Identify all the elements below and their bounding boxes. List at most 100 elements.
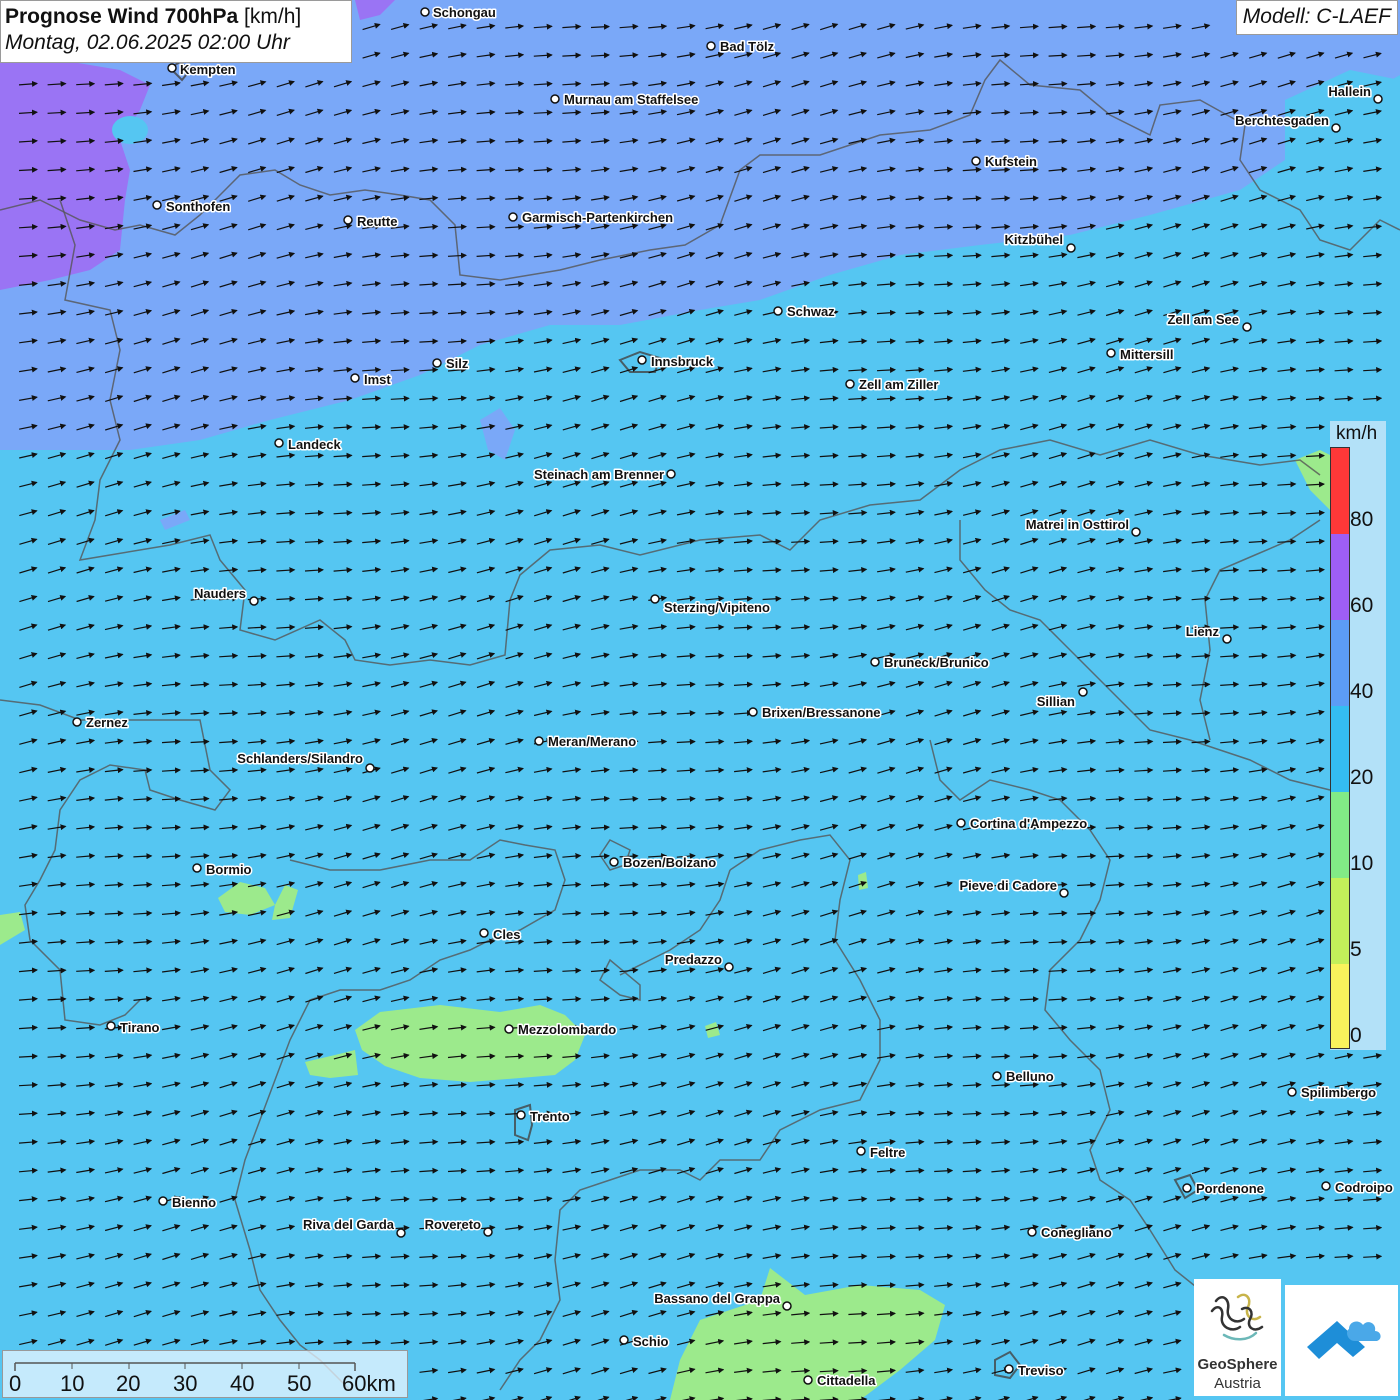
city-marker-dot[interactable] [724, 962, 734, 972]
city-marker-dot[interactable] [274, 438, 284, 448]
city-label: Spilimbergo [1301, 1085, 1376, 1100]
city-marker-dot[interactable] [516, 1110, 526, 1120]
scale-label-20: 20 [116, 1371, 141, 1396]
city-label: Pordenone [1196, 1181, 1264, 1196]
city-marker-dot[interactable] [870, 657, 880, 667]
city-marker-dot[interactable] [803, 1375, 813, 1385]
city-marker-dot[interactable] [158, 1196, 168, 1206]
city-marker-dot[interactable] [748, 707, 758, 717]
city-marker-dot[interactable] [706, 41, 716, 51]
city-label: Kufstein [985, 154, 1037, 169]
city-label: Zell am See [1167, 312, 1239, 327]
city-label: Berchtesgaden [1235, 113, 1329, 128]
city-marker-dot[interactable] [343, 215, 353, 225]
city-label: Conegliano [1041, 1225, 1112, 1240]
wind-speed-legend: km/h 80 60 40 20 10 5 0 [1330, 421, 1386, 1050]
city-marker-dot[interactable] [152, 200, 162, 210]
city-label: Steinach am Brenner [534, 467, 664, 482]
city-label: Zernez [86, 715, 128, 730]
city-label: Murnau am Staffelsee [564, 92, 698, 107]
city-label: Feltre [870, 1145, 905, 1160]
wind-map[interactable]: Schongau Bad Tölz Kempten Murnau am Staffel… [0, 0, 1400, 1400]
city-label: Landeck [288, 437, 342, 452]
legend-label-5: 5 [1350, 938, 1362, 961]
city-marker-dot[interactable] [1004, 1364, 1014, 1374]
city-marker-dot[interactable] [1182, 1183, 1192, 1193]
city-label: Bienno [172, 1195, 216, 1210]
city-label: Reutte [357, 214, 397, 229]
city-marker-dot[interactable] [396, 1228, 406, 1238]
map-title-main: Prognose Wind 700hPa [5, 5, 239, 28]
map-title: Prognose Wind 700hPa [km/h] [5, 4, 351, 29]
city-label: Schwaz [787, 304, 835, 319]
scale-label-10: 10 [60, 1371, 85, 1396]
city-label: Nauders [194, 586, 246, 601]
city-marker-dot[interactable] [637, 355, 647, 365]
city-marker-dot[interactable] [479, 928, 489, 938]
city-label: Mittersill [1120, 347, 1173, 362]
city-label: Bad Tölz [720, 39, 775, 54]
city-label: Bassano del Grappa [654, 1291, 780, 1306]
city-marker-dot[interactable] [773, 306, 783, 316]
scale-label-0: 0 [9, 1371, 22, 1396]
city-marker-dot[interactable] [550, 94, 560, 104]
city-marker-dot[interactable] [1242, 322, 1252, 332]
city-label: Kitzbühel [1005, 232, 1064, 247]
city-marker-dot[interactable] [350, 373, 360, 383]
city-marker-dot[interactable] [1222, 634, 1232, 644]
city-marker-dot[interactable] [782, 1301, 792, 1311]
city-marker-dot[interactable] [1106, 348, 1116, 358]
geosphere-austria-logo[interactable]: GeoSphere Austria [1194, 1279, 1281, 1396]
city-marker-dot[interactable] [1066, 243, 1076, 253]
city-marker-dot[interactable] [1287, 1087, 1297, 1097]
city-marker-dot[interactable] [1078, 687, 1088, 697]
legend-segment-5-10 [1331, 878, 1349, 964]
city-marker-dot[interactable] [1059, 888, 1069, 898]
city-marker-dot[interactable] [650, 594, 660, 604]
city-marker-dot[interactable] [504, 1024, 514, 1034]
geosphere-logo-subtext: Austria [1214, 1375, 1261, 1392]
cloud-app-logo[interactable] [1285, 1285, 1398, 1396]
city-marker-dot[interactable] [106, 1021, 116, 1031]
city-marker-dot[interactable] [508, 212, 518, 222]
scale-label-30: 30 [173, 1371, 198, 1396]
city-marker-dot[interactable] [1027, 1227, 1037, 1237]
cloud-arrow-logo-icon [1307, 1321, 1381, 1359]
city-marker-dot[interactable] [845, 379, 855, 389]
city-marker-dot[interactable] [192, 863, 202, 873]
city-label: Silz [446, 356, 469, 371]
map-title-box: Prognose Wind 700hPa [km/h] Montag, 02.0… [0, 0, 352, 63]
city-marker-dot[interactable] [619, 1335, 629, 1345]
legend-segment-0-5 [1331, 964, 1349, 1048]
city-marker-dot[interactable] [609, 857, 619, 867]
legend-segment-40-60 [1331, 620, 1349, 706]
city-marker-dot[interactable] [534, 736, 544, 746]
city-marker-dot[interactable] [1373, 94, 1383, 104]
city-label: Cittadella [817, 1373, 876, 1388]
city-label: Rovereto [425, 1217, 481, 1232]
city-marker-dot[interactable] [365, 763, 375, 773]
city-marker-dot[interactable] [483, 1227, 493, 1237]
city-marker-dot[interactable] [992, 1071, 1002, 1081]
city-marker-dot[interactable] [420, 7, 430, 17]
city-label: Mezzolombardo [518, 1022, 616, 1037]
legend-color-bar [1330, 447, 1350, 1049]
geosphere-logo-icon [1210, 1293, 1264, 1341]
city-marker-dot[interactable] [856, 1146, 866, 1156]
city-marker-dot[interactable] [72, 717, 82, 727]
city-marker-dot[interactable] [1131, 527, 1141, 537]
legend-segment-80-plus [1331, 448, 1349, 534]
city-marker-dot[interactable] [432, 358, 442, 368]
forecast-date: Montag, 02.06.2025 02:00 Uhr [5, 31, 290, 54]
city-marker-dot[interactable] [1321, 1181, 1331, 1191]
city-label: Cortina d'Ampezzo [970, 816, 1087, 831]
city-label: Bruneck/Brunico [884, 655, 989, 670]
legend-segment-60-80 [1331, 534, 1349, 620]
city-label: Riva del Garda [303, 1217, 395, 1232]
city-marker-dot[interactable] [1331, 123, 1341, 133]
city-marker-dot[interactable] [956, 818, 966, 828]
city-marker-dot[interactable] [249, 596, 259, 606]
city-marker-dot[interactable] [666, 469, 676, 479]
city-marker-dot[interactable] [971, 156, 981, 166]
city-marker-dot[interactable] [167, 63, 177, 73]
